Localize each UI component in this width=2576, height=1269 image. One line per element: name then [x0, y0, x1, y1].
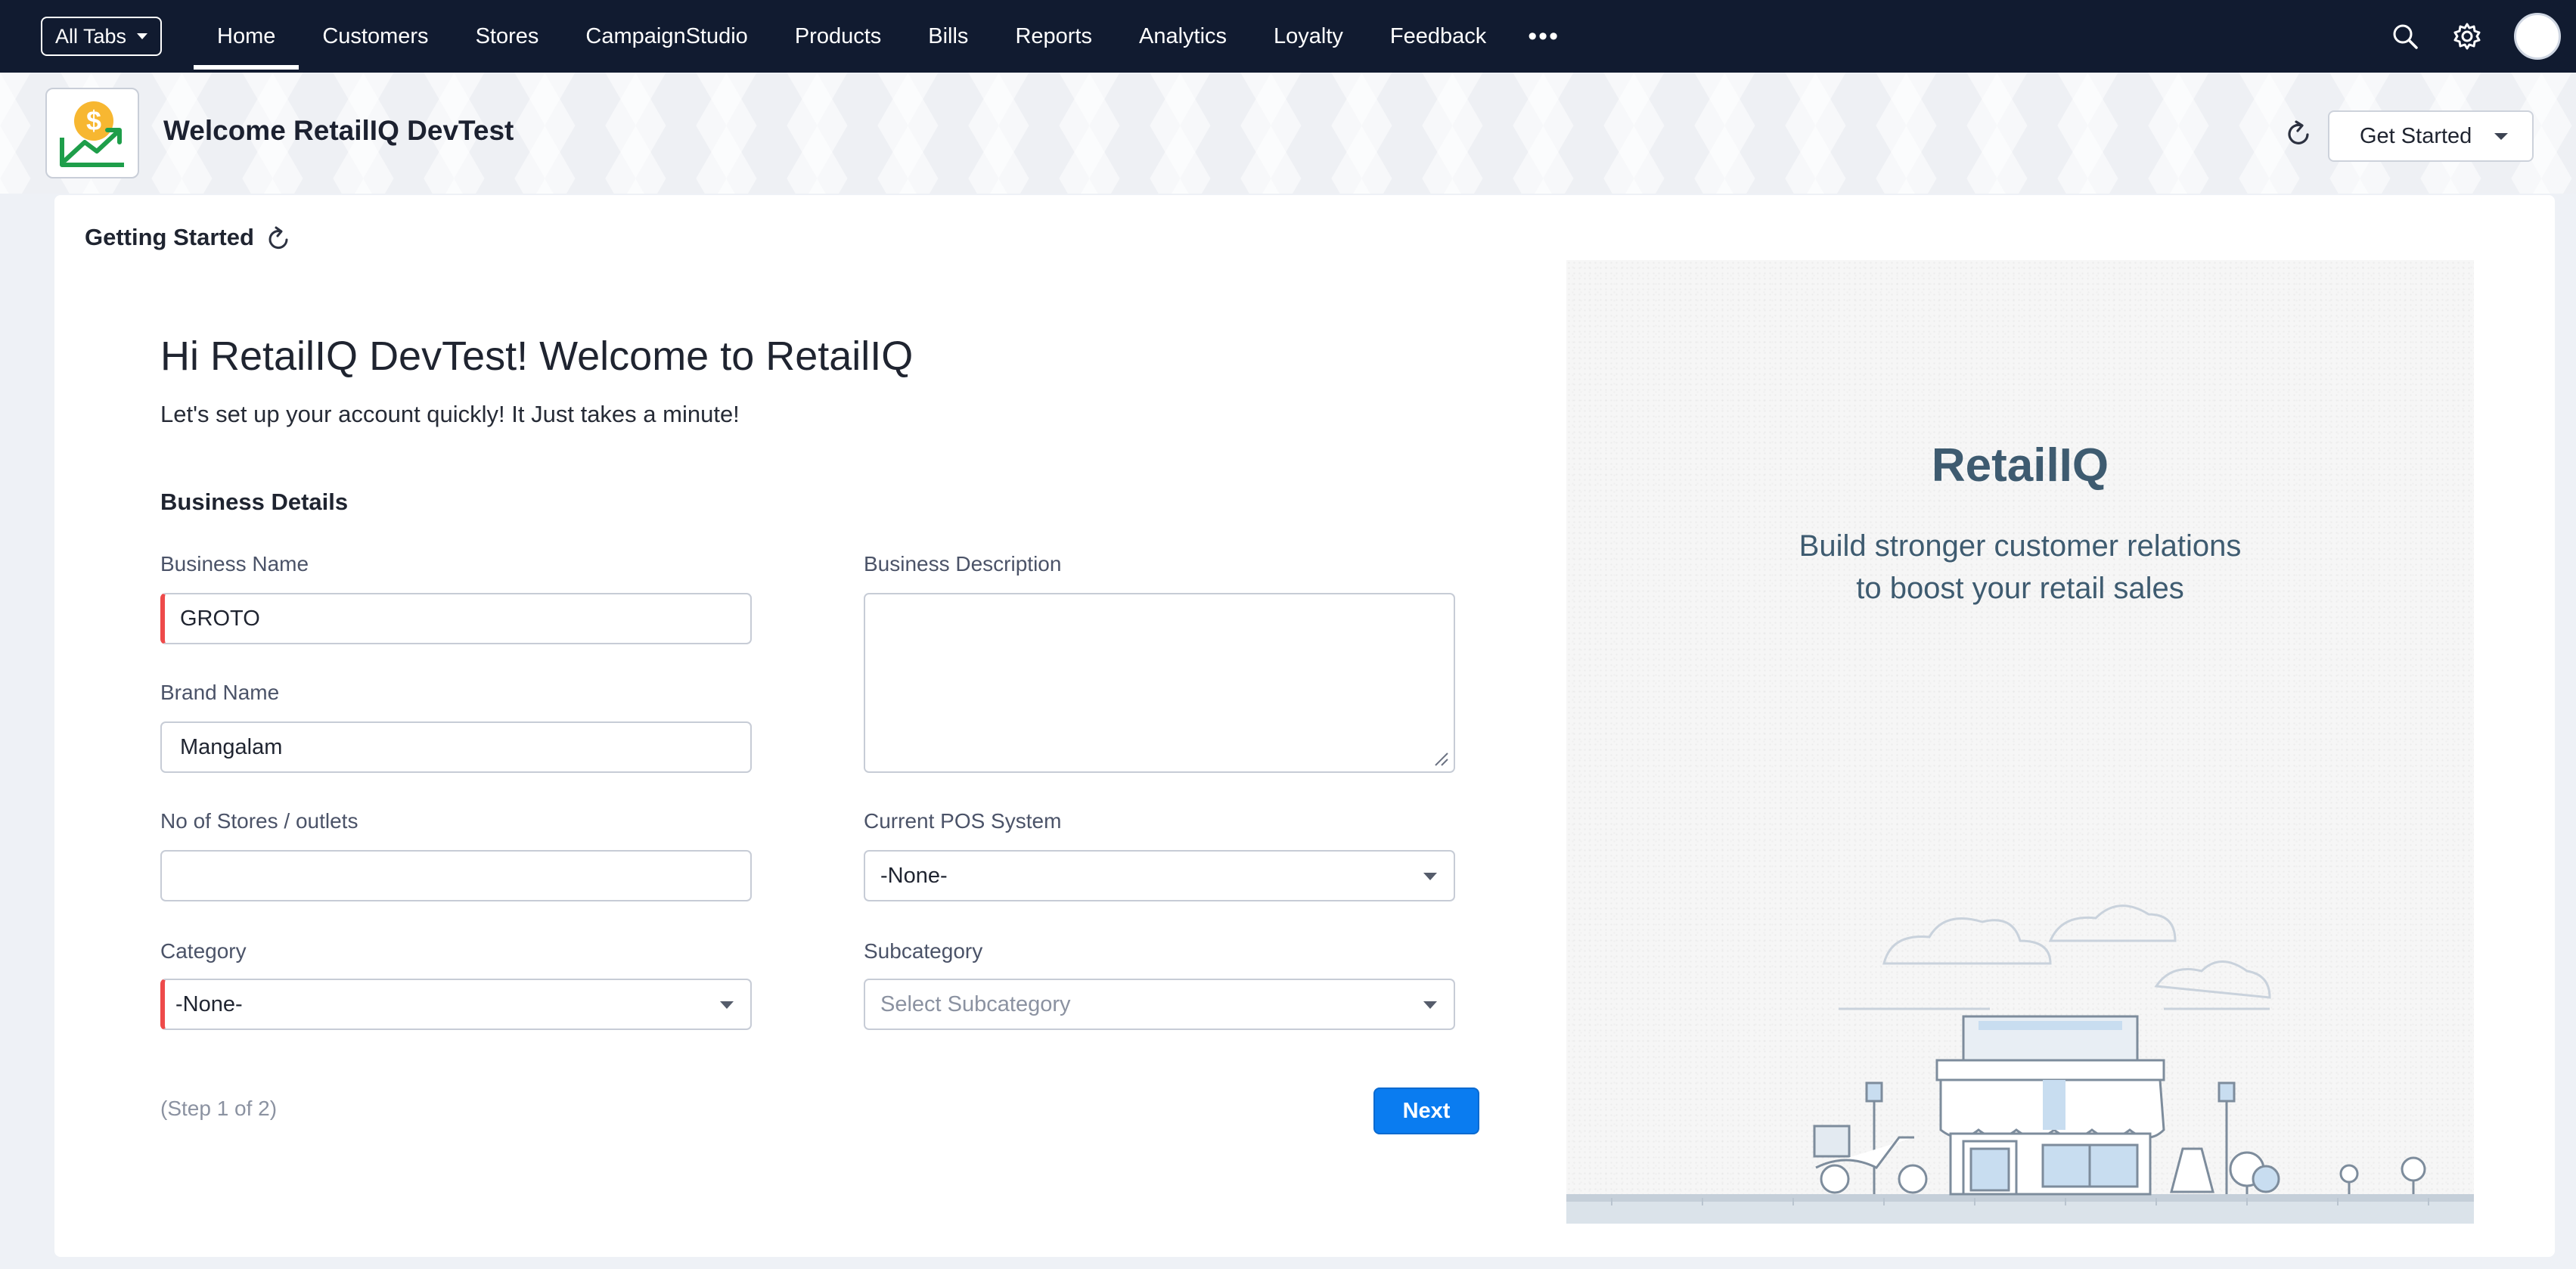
tab-stores[interactable]: Stores: [452, 0, 563, 73]
brand-title: RetailIQ: [1931, 439, 2109, 492]
tab-analytics[interactable]: Analytics: [1116, 0, 1250, 73]
app-logo: $: [45, 88, 139, 178]
chevron-down-icon: [1423, 873, 1437, 880]
category-select[interactable]: -None-: [160, 979, 752, 1030]
business-description-textarea[interactable]: [864, 593, 1455, 773]
greeting-subtitle: Let's set up your account quickly! It Ju…: [160, 401, 740, 427]
refresh-icon[interactable]: [2283, 118, 2314, 150]
tab-customers[interactable]: Customers: [299, 0, 452, 73]
tab-home[interactable]: Home: [194, 0, 299, 73]
nav-utilities: [2390, 0, 2576, 73]
tab-loyalty[interactable]: Loyalty: [1250, 0, 1367, 73]
nav-tabs: Home Customers Stores CampaignStudio Pro…: [194, 0, 1578, 73]
section-title: Business Details: [160, 489, 349, 515]
resize-handle-icon[interactable]: [1432, 750, 1449, 767]
welcome-header: $ Welcome RetailIQ DevTest Get Started: [0, 73, 2576, 194]
gear-icon[interactable]: [2452, 21, 2482, 51]
brand-name-label: Brand Name: [160, 681, 280, 704]
search-icon[interactable]: [2390, 21, 2420, 51]
chevron-down-icon: [720, 1001, 734, 1009]
tab-campaignstudio[interactable]: CampaignStudio: [562, 0, 771, 73]
all-tabs-dropdown[interactable]: All Tabs: [41, 17, 162, 56]
avatar[interactable]: [2514, 13, 2561, 60]
getting-started-card: Getting Started Hi RetailIQ DevTest! Wel…: [54, 195, 2555, 1257]
business-description-label: Business Description: [864, 552, 1062, 576]
tagline-line-1: Build stronger customer relations: [1799, 529, 2242, 563]
pos-system-label: Current POS System: [864, 809, 1062, 833]
growth-chart-icon: $: [60, 101, 124, 167]
brand-name-input[interactable]: Mangalam: [160, 721, 752, 773]
category-value: -None-: [175, 991, 243, 1016]
tab-feedback[interactable]: Feedback: [1367, 0, 1510, 73]
subcategory-label: Subcategory: [864, 939, 983, 963]
chevron-down-icon: [137, 33, 148, 39]
pos-system-value: -None-: [880, 863, 948, 888]
subcategory-select[interactable]: Select Subcategory: [864, 979, 1455, 1030]
business-name-value: GROTO: [180, 606, 260, 631]
category-label: Category: [160, 939, 247, 963]
svg-text:$: $: [86, 105, 101, 136]
tagline-line-2: to boost your retail sales: [1856, 572, 2184, 605]
business-name-input[interactable]: GROTO: [160, 593, 752, 644]
step-indicator: (Step 1 of 2): [160, 1097, 278, 1120]
tab-reports[interactable]: Reports: [992, 0, 1116, 73]
brand-tagline: Build stronger customer relations to boo…: [1566, 525, 2474, 610]
get-started-dropdown[interactable]: Get Started: [2328, 110, 2534, 162]
get-started-label: Get Started: [2360, 123, 2472, 148]
top-navigation-bar: All Tabs Home Customers Stores CampaignS…: [0, 0, 2576, 73]
subcategory-placeholder: Select Subcategory: [880, 991, 1071, 1016]
tab-bills[interactable]: Bills: [905, 0, 992, 73]
greeting-heading: Hi RetailIQ DevTest! Welcome to RetailIQ: [160, 334, 914, 379]
more-tabs-icon[interactable]: •••: [1510, 22, 1578, 51]
card-title: Getting Started: [85, 224, 254, 250]
all-tabs-label: All Tabs: [54, 24, 127, 48]
business-name-label: Business Name: [160, 552, 309, 576]
promo-panel: RetailIQ Build stronger customer relatio…: [1566, 260, 2474, 1224]
pos-system-select[interactable]: -None-: [864, 850, 1455, 901]
stores-count-label: No of Stores / outlets: [160, 809, 358, 833]
welcome-title: Welcome RetailIQ DevTest: [163, 115, 514, 146]
tab-products[interactable]: Products: [771, 0, 905, 73]
next-button[interactable]: Next: [1373, 1087, 1479, 1134]
stores-count-input[interactable]: [160, 850, 752, 901]
chevron-down-icon: [2494, 132, 2509, 140]
brand-name-value: Mangalam: [180, 734, 283, 759]
refresh-icon[interactable]: [265, 225, 292, 253]
storefront-illustration: [1566, 904, 2474, 1224]
chevron-down-icon: [1423, 1001, 1437, 1009]
